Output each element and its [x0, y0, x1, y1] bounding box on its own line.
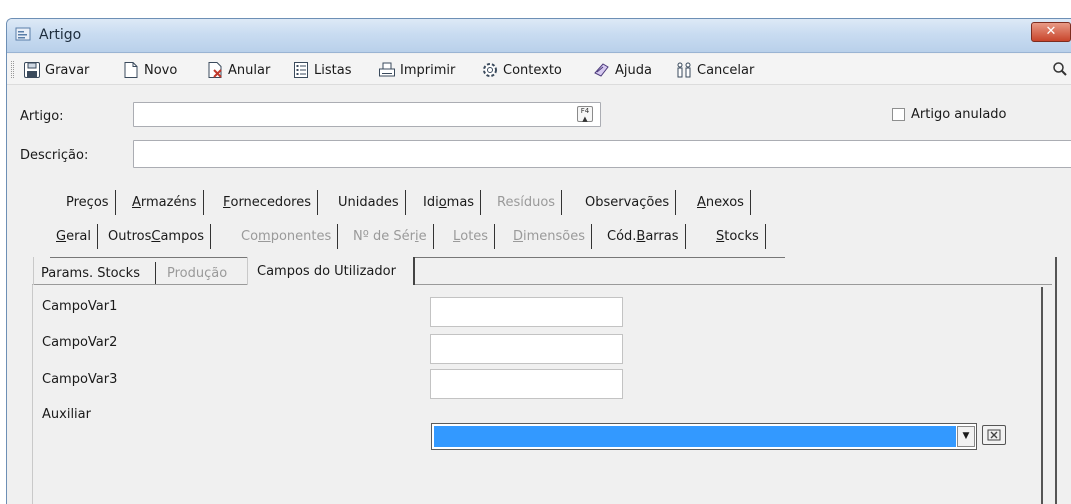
new-label: Novo	[144, 62, 178, 78]
chevron-down-icon[interactable]: ▼	[957, 426, 975, 447]
lists-button[interactable]: Listas	[292, 59, 351, 81]
tab-producao[interactable]: Produção	[161, 262, 233, 284]
window-title: Artigo	[39, 27, 82, 43]
help-label: Ajuda	[615, 62, 652, 78]
tab-campos-utilizador[interactable]: Campos do Utilizador	[247, 257, 415, 285]
artigo-window: Artigo ✕ Gravar Novo Anular Listas Impri…	[6, 18, 1071, 504]
new-button[interactable]: Novo	[122, 59, 177, 81]
campovar2-label: CampoVar2	[42, 335, 118, 350]
tab-separator	[155, 262, 156, 284]
auxiliar-dropdown[interactable]: ▼	[431, 423, 977, 450]
campovar3-input[interactable]	[430, 369, 623, 399]
artigo-input[interactable]	[133, 102, 601, 127]
article-app-icon	[15, 26, 33, 42]
print-button[interactable]: Imprimir	[378, 59, 455, 81]
tab-outros-campos[interactable]: Outros Campos	[102, 224, 212, 249]
cancel-button[interactable]: Cancelar	[675, 59, 754, 81]
tab-residuos[interactable]: Resíduos	[491, 190, 563, 215]
void-button[interactable]: Anular	[206, 59, 270, 81]
artigo-label: Artigo:	[20, 109, 64, 124]
tab-componentes[interactable]: Co m ponentes	[235, 224, 339, 249]
clear-auxiliar-button[interactable]	[982, 425, 1006, 445]
toolbar-grip[interactable]	[11, 61, 14, 78]
cancel-icon	[677, 62, 691, 78]
descricao-label: Descrição:	[20, 148, 89, 163]
close-icon: ✕	[1045, 24, 1057, 39]
f4-lookup-icon[interactable]: F4 ▲	[577, 106, 593, 123]
tab-dimensoes[interactable]: Dimensões	[507, 224, 593, 249]
auxiliar-selection	[434, 426, 956, 447]
panel-right-border	[1055, 257, 1057, 504]
lists-label: Listas	[314, 62, 352, 78]
context-label: Contexto	[503, 62, 562, 78]
tab-idiomas[interactable]: Idi o mas	[417, 190, 482, 215]
help-icon	[594, 63, 609, 77]
tab-unidades[interactable]: Unidades	[332, 190, 406, 215]
new-document-icon	[124, 62, 138, 78]
artigo-anulado-checkbox[interactable]	[892, 108, 905, 121]
tab-precos[interactable]: Preços	[60, 190, 116, 215]
toolbar: Gravar Novo Anular Listas Imprimir Conte…	[7, 54, 1071, 85]
tab-geral[interactable]: Geral	[50, 224, 98, 249]
campovar2-input[interactable]	[430, 334, 623, 364]
artigo-anulado-label: Artigo anulado	[911, 107, 1007, 122]
save-button[interactable]: Gravar	[23, 59, 89, 81]
clear-x-icon	[987, 429, 1001, 441]
save-icon	[24, 62, 40, 78]
tab-anexos[interactable]: Anexos	[691, 190, 751, 215]
panel-inner-right-border	[1041, 287, 1043, 504]
save-label: Gravar	[45, 62, 90, 78]
void-document-icon	[208, 62, 222, 78]
tab-observacoes[interactable]: Observações	[579, 190, 677, 215]
print-label: Imprimir	[400, 62, 456, 78]
context-gear-icon	[483, 63, 497, 77]
descricao-input[interactable]	[133, 140, 1071, 168]
printer-icon	[379, 62, 395, 77]
tab-params-stocks[interactable]: Params. Stocks	[35, 262, 146, 284]
campovar1-label: CampoVar1	[42, 299, 118, 314]
tab-cod-barras[interactable]: Cód. Barras	[601, 224, 686, 249]
help-button[interactable]: Ajuda	[593, 59, 652, 81]
tab-row-3-left-border	[33, 257, 34, 285]
cancel-label: Cancelar	[697, 62, 755, 78]
tab-armazens[interactable]: Armazéns	[126, 190, 204, 215]
title-bar[interactable]: Artigo ✕	[7, 19, 1071, 53]
magnifier-icon[interactable]	[1052, 61, 1068, 77]
tab-fornecedores[interactable]: Fornecedores	[217, 190, 318, 215]
tab-stocks[interactable]: Stocks	[710, 224, 766, 249]
campovar1-input[interactable]	[430, 297, 623, 327]
void-label: Anular	[228, 62, 271, 78]
tab-row-2-divider	[50, 257, 785, 258]
tab-numero-serie[interactable]: Nº de Sér i e	[347, 224, 434, 249]
close-button[interactable]: ✕	[1031, 22, 1071, 42]
campovar3-label: CampoVar3	[42, 372, 118, 387]
tab-lotes[interactable]: Lotes	[447, 224, 496, 249]
context-button[interactable]: Contexto	[481, 59, 562, 81]
auxiliar-label: Auxiliar	[42, 407, 91, 422]
list-icon	[294, 62, 308, 78]
